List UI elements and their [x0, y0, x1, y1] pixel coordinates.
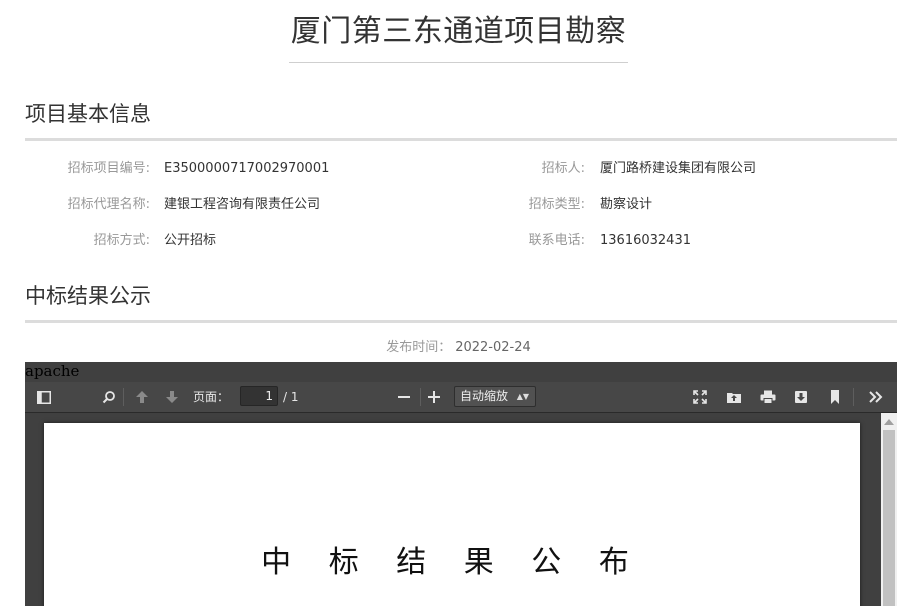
toolbar-separator	[853, 388, 854, 406]
double-chevron-right-icon[interactable]	[865, 386, 887, 408]
field-value-tender-method: 公开招标	[164, 233, 217, 248]
broken-frame-text: apache	[25, 362, 80, 380]
page-title: 厦门第三东通道项目勘察	[288, 12, 629, 63]
title-wrap: 厦门第三东通道项目勘察	[0, 12, 917, 63]
bookmark-icon[interactable]	[824, 386, 846, 408]
document-area[interactable]: 中 标 结 果 公 布	[25, 413, 897, 606]
plus-icon[interactable]	[423, 386, 445, 408]
publish-date: 2022-02-24	[455, 340, 531, 355]
info-row: 招标代理名称: 建银工程咨询有限责任公司 招标类型: 勘察设计	[25, 195, 897, 215]
field-label-tender-type: 招标类型:	[528, 197, 585, 212]
arrow-up-icon[interactable]	[131, 386, 153, 408]
pdf-viewer: apache 页面： 1 / 1 自动缩放 ▲▼ 中 标 结 果 公 布	[25, 362, 897, 606]
print-icon[interactable]	[757, 386, 779, 408]
section-divider	[25, 138, 897, 141]
updown-caret-icon: ▲▼	[516, 392, 529, 401]
field-value-phone: 13616032431	[600, 233, 691, 248]
search-icon[interactable]	[98, 386, 120, 408]
publish-label: 发布时间：	[386, 340, 452, 355]
page-root: 厦门第三东通道项目勘察 项目基本信息 招标项目编号: E350000071700…	[0, 0, 917, 606]
page-number-input[interactable]: 1	[240, 386, 278, 406]
scroll-up-arrow-icon[interactable]	[884, 419, 894, 425]
section-title-project-info: 项目基本信息	[25, 102, 151, 126]
page-label: 页面：	[193, 390, 230, 404]
toolbar-separator	[420, 388, 421, 406]
field-value-tender-type: 勘察设计	[600, 197, 653, 212]
minus-icon[interactable]	[393, 386, 415, 408]
zoom-select-value: 自动缩放	[460, 389, 509, 403]
scroll-thumb[interactable]	[883, 430, 895, 606]
pdf-toolbar: 页面： 1 / 1 自动缩放 ▲▼	[25, 382, 897, 413]
document-heading: 中 标 结 果 公 布	[261, 545, 643, 580]
vertical-scrollbar[interactable]	[881, 413, 897, 606]
field-label-tender-method: 招标方式:	[93, 233, 150, 248]
field-value-agency: 建银工程咨询有限责任公司	[164, 197, 321, 212]
info-row: 招标方式: 公开招标 联系电话: 13616032431	[25, 231, 897, 251]
toolbar-separator	[123, 388, 124, 406]
field-label-phone: 联系电话:	[528, 233, 585, 248]
section-title-result: 中标结果公示	[25, 284, 151, 308]
field-label-agency: 招标代理名称:	[67, 197, 150, 212]
publish-time: 发布时间： 2022-02-24	[0, 338, 917, 358]
open-file-icon[interactable]	[723, 386, 745, 408]
field-label-tenderer: 招标人:	[541, 161, 585, 176]
download-icon[interactable]	[790, 386, 812, 408]
document-page: 中 标 结 果 公 布	[44, 423, 860, 606]
section-divider	[25, 320, 897, 323]
fullscreen-icon[interactable]	[689, 386, 711, 408]
info-row: 招标项目编号: E3500000717002970001 招标人: 厦门路桥建设…	[25, 159, 897, 179]
sidebar-toggle-icon[interactable]	[33, 386, 55, 408]
zoom-select[interactable]: 自动缩放 ▲▼	[454, 386, 536, 407]
arrow-down-icon[interactable]	[161, 386, 183, 408]
field-value-tenderer: 厦门路桥建设集团有限公司	[600, 161, 757, 176]
field-value-project-number: E3500000717002970001	[164, 161, 330, 176]
field-label-project-number: 招标项目编号:	[67, 161, 150, 176]
page-total: / 1	[283, 390, 299, 404]
